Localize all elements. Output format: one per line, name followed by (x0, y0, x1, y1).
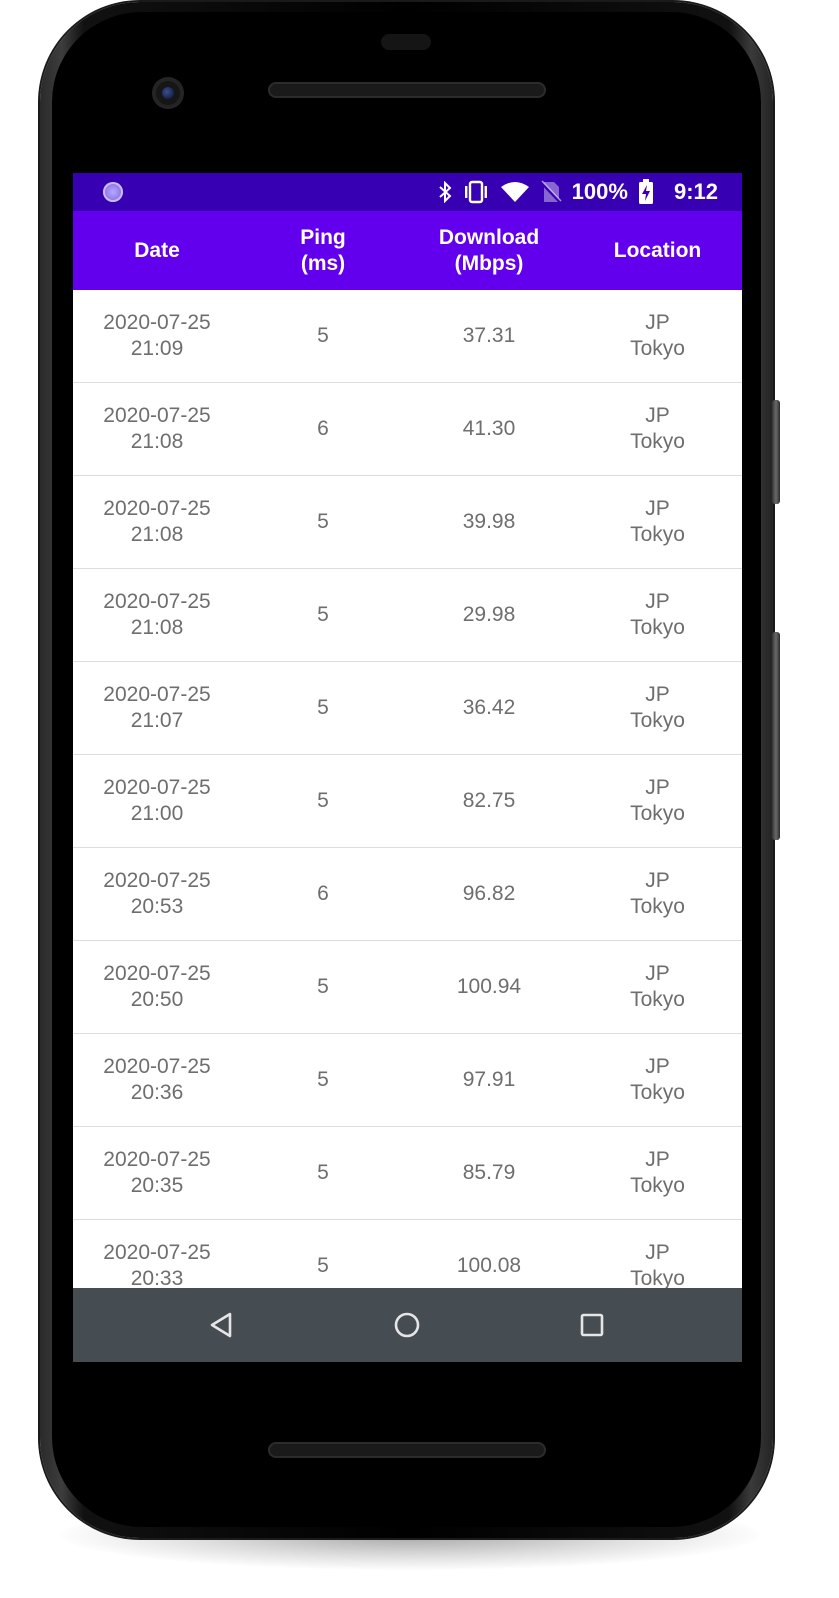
date-cell: 2020-07-25 21:00 (103, 776, 211, 825)
table-row[interactable]: 2020-07-25 20:53 6 96.82 JP Tokyo (73, 848, 742, 941)
table-row[interactable]: 2020-07-25 21:08 5 39.98 JP Tokyo (73, 476, 742, 569)
download-cell: 41.30 (462, 417, 516, 440)
location-cell: JP Tokyo (630, 776, 685, 825)
table-row[interactable]: 2020-07-25 20:50 5 100.94 JP Tokyo (73, 941, 742, 1034)
status-icons: 100% 9:12 (438, 173, 718, 211)
wifi-icon (500, 180, 530, 204)
clock: 9:12 (673, 179, 718, 204)
date-cell: 2020-07-25 20:36 (103, 1055, 211, 1104)
location-cell: JP Tokyo (630, 869, 685, 918)
table-row[interactable]: 2020-07-25 21:08 6 41.30 JP Tokyo (73, 383, 742, 476)
back-button[interactable] (181, 1288, 261, 1362)
date-cell: 2020-07-25 20:50 (103, 962, 211, 1011)
battery-charging-icon (638, 179, 654, 204)
download-cell: 36.42 (462, 696, 516, 719)
download-cell: 100.08 (456, 1254, 522, 1277)
back-icon (210, 1312, 232, 1338)
navigation-bar (73, 1288, 742, 1362)
ping-cell: 5 (317, 324, 329, 347)
ping-cell: 5 (317, 1254, 329, 1277)
download-cell: 82.75 (462, 789, 516, 812)
download-cell: 96.82 (462, 882, 516, 905)
table-row[interactable]: 2020-07-25 21:08 5 29.98 JP Tokyo (73, 569, 742, 662)
table-row[interactable]: 2020-07-25 20:35 5 85.79 JP Tokyo (73, 1127, 742, 1220)
date-cell: 2020-07-25 20:35 (103, 1148, 211, 1197)
app-screen: 100% 9:12 Date Ping (ms) Download (Mbps)… (73, 173, 742, 1362)
location-cell: JP Tokyo (630, 404, 685, 453)
home-button[interactable] (367, 1288, 447, 1362)
top-speaker-grille (268, 82, 546, 98)
table-row[interactable]: 2020-07-25 21:09 5 37.31 JP Tokyo (73, 290, 742, 383)
download-cell: 29.98 (462, 603, 516, 626)
power-button (772, 400, 780, 504)
date-cell: 2020-07-25 20:53 (103, 869, 211, 918)
ping-cell: 5 (317, 1161, 329, 1184)
ping-cell: 5 (317, 1068, 329, 1091)
front-camera-icon (152, 77, 184, 109)
bluetooth-icon (438, 180, 452, 204)
date-cell: 2020-07-25 21:08 (103, 590, 211, 639)
ping-cell: 6 (317, 882, 329, 905)
table-row[interactable]: 2020-07-25 20:33 5 100.08 JP Tokyo (73, 1220, 742, 1288)
ping-cell: 5 (317, 696, 329, 719)
date-cell: 2020-07-25 21:08 (103, 404, 211, 453)
location-cell: JP Tokyo (630, 1148, 685, 1197)
table-row[interactable]: 2020-07-25 21:00 5 82.75 JP Tokyo (73, 755, 742, 848)
date-cell: 2020-07-25 20:33 (103, 1241, 211, 1288)
no-sim-icon (539, 180, 562, 204)
download-cell: 39.98 (462, 510, 516, 533)
results-list[interactable]: 2020-07-25 21:09 5 37.31 JP Tokyo 2020-07-… (73, 290, 742, 1288)
date-cell: 2020-07-25 21:09 (103, 311, 211, 360)
status-bar: 100% 9:12 (73, 173, 742, 211)
ping-cell: 6 (317, 417, 329, 440)
volume-rocker (772, 632, 780, 840)
recents-icon (580, 1313, 604, 1337)
location-cell: JP Tokyo (630, 1055, 685, 1104)
location-cell: JP Tokyo (630, 683, 685, 732)
proximity-sensor (381, 34, 431, 50)
table-row[interactable]: 2020-07-25 21:07 5 36.42 JP Tokyo (73, 662, 742, 755)
battery-percent: 100% (571, 179, 628, 204)
download-cell: 97.91 (462, 1068, 516, 1091)
download-cell: 37.31 (462, 324, 516, 347)
download-cell: 100.94 (456, 975, 522, 998)
ping-cell: 5 (317, 603, 329, 626)
ping-cell: 5 (317, 975, 329, 998)
column-header-date: Date (134, 238, 180, 262)
location-cell: JP Tokyo (630, 590, 685, 639)
ping-cell: 5 (317, 789, 329, 812)
home-icon (394, 1312, 420, 1338)
date-cell: 2020-07-25 21:08 (103, 497, 211, 546)
column-header-location: Location (613, 238, 702, 262)
location-cell: JP Tokyo (630, 962, 685, 1011)
date-cell: 2020-07-25 21:07 (103, 683, 211, 732)
location-cell: JP Tokyo (630, 311, 685, 360)
vibrate-icon (462, 180, 490, 204)
bottom-speaker-grille (268, 1442, 546, 1458)
location-cell: JP Tokyo (630, 497, 685, 546)
app-notification-icon (103, 182, 123, 202)
column-header-ping: Ping (ms) (300, 225, 346, 275)
column-header-download: Download (Mbps) (438, 225, 540, 275)
table-header: Date Ping (ms) Download (Mbps) Location (73, 211, 742, 290)
table-row[interactable]: 2020-07-25 20:36 5 97.91 JP Tokyo (73, 1034, 742, 1127)
recents-button[interactable] (552, 1288, 632, 1362)
location-cell: JP Tokyo (630, 1241, 685, 1288)
download-cell: 85.79 (462, 1161, 516, 1184)
ping-cell: 5 (317, 510, 329, 533)
